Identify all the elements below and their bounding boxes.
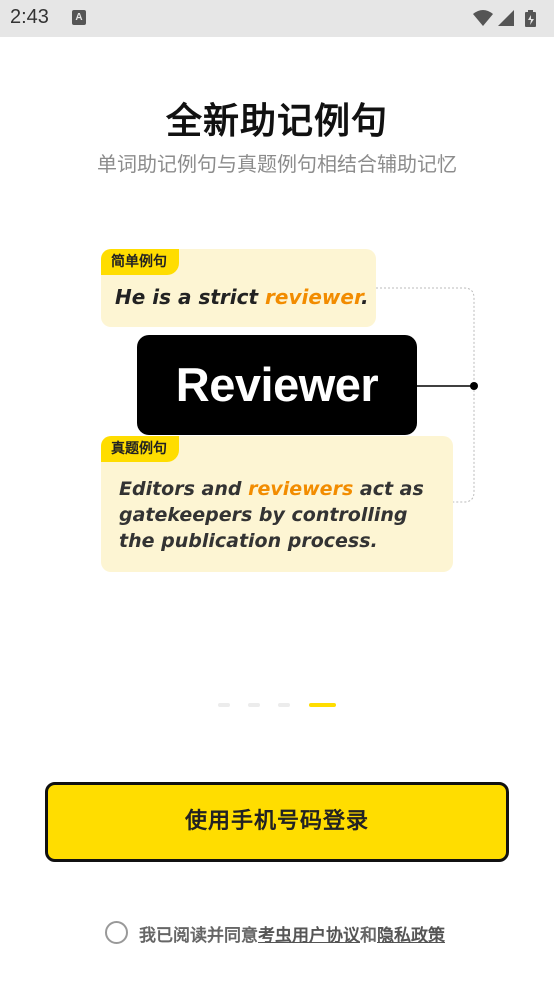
battery-charging-icon [525,10,536,27]
exam-example-tag: 真题例句 [101,436,179,462]
agreement-checkbox[interactable] [105,921,128,944]
phone-login-button[interactable]: 使用手机号码登录 [45,782,509,862]
page-dot-1[interactable] [218,703,230,707]
exam-example-card: 真题例句 Editors and reviewers act as gateke… [101,436,453,572]
word-card: Reviewer [137,335,417,435]
notification-icon: A [72,10,86,25]
highlighted-word: reviewer [265,285,361,309]
page-title: 全新助记例句 [165,101,388,142]
privacy-policy-link[interactable]: 隐私政策 [377,926,445,946]
page-subtitle: 单词助记例句与真题例句相结合辅助记忆 [97,152,457,176]
vocabulary-word: Reviewer [175,358,379,411]
simple-example-tag: 简单例句 [101,249,179,275]
wifi-icon [473,10,493,26]
agreement-text: 我已阅读并同意考虫用户协议和隐私政策 [139,926,445,946]
user-agreement-link[interactable]: 考虫用户协议 [258,926,360,946]
page-dot-4-active[interactable] [309,703,336,707]
page-dot-3[interactable] [278,703,290,707]
status-time: 2:43 [10,6,49,28]
status-icons [472,8,544,28]
simple-example-sentence: He is a strict reviewer. [115,285,369,309]
simple-example-card: 简单例句 He is a strict reviewer. [101,249,376,327]
highlighted-word: reviewers [248,478,354,500]
page-dot-2[interactable] [248,703,260,707]
exam-example-sentence: Editors and reviewers act as gatekeepers… [119,478,424,552]
status-bar: 2:43 A [0,0,554,37]
page-indicator [218,703,338,707]
signal-icon [498,10,514,26]
